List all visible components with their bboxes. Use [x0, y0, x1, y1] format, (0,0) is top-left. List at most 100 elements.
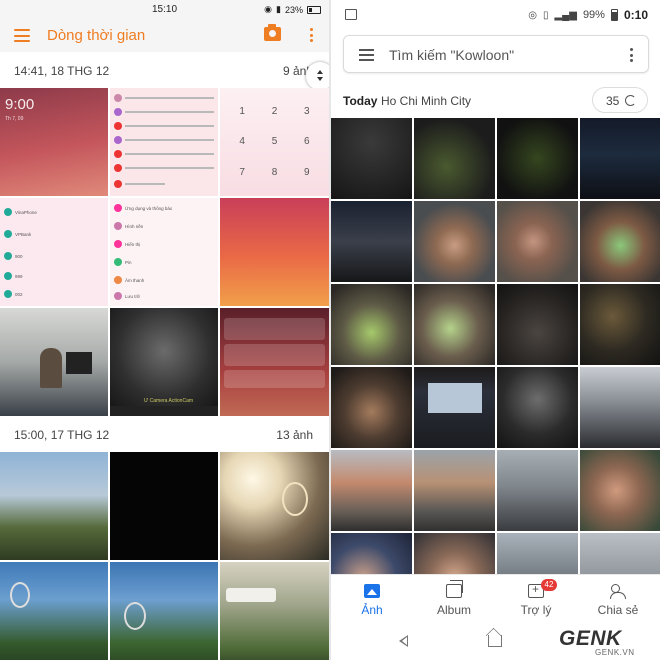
photo-icon — [364, 584, 380, 598]
section-date: 14:41, 18 THG 12 — [14, 64, 110, 78]
photo-thumbnail[interactable] — [110, 88, 218, 196]
watermark-domain: GENK.VN — [595, 648, 635, 657]
photo-count: 35 — [606, 94, 620, 108]
wifi-icon: ◉ — [264, 4, 273, 14]
keypad-digit: 6 — [304, 136, 310, 148]
photo-thumbnail[interactable] — [414, 118, 495, 199]
photo-thumbnail[interactable] — [220, 452, 329, 560]
photo-thumbnail[interactable] — [497, 284, 578, 365]
photo-thumbnail[interactable] — [331, 201, 412, 282]
photo-thumbnail[interactable] — [497, 118, 578, 199]
screen: 15:10 ◉ ▮ 23% Dòng thời gian 14:41, 18 T… — [0, 0, 660, 660]
menu-icon[interactable] — [359, 49, 374, 64]
app-bar: Dòng thời gian — [0, 20, 329, 52]
photo-thumbnail[interactable] — [580, 284, 660, 365]
hotspot-icon: ◎ — [528, 9, 537, 21]
lockscreen-date: Th 7, 09 — [5, 116, 24, 122]
photo-thumbnail[interactable] — [414, 367, 495, 448]
photo-thumbnail[interactable] — [331, 284, 412, 365]
keypad-digit: 7 — [239, 167, 245, 179]
photo-thumbnail[interactable] — [580, 450, 660, 531]
more-vertical-icon[interactable] — [630, 48, 634, 65]
day-label: Today — [343, 94, 378, 108]
photo-grid — [331, 118, 660, 614]
tab-assistant[interactable]: 42 Trợ lý — [495, 575, 577, 625]
right-phone-screen: ◎ ▯ ▂▄▆ 99% 0:10 Tìm kiếm "Kowloon" Toda… — [331, 0, 660, 660]
camera-icon[interactable] — [264, 24, 281, 41]
photo-thumbnail[interactable] — [580, 118, 660, 199]
photo-thumbnail[interactable] — [580, 201, 660, 282]
photo-thumbnail[interactable]: Ứng dụng và thông báo Hình nền Hiển thị … — [110, 198, 218, 306]
search-bar[interactable]: Tìm kiếm "Kowloon" — [343, 35, 649, 73]
page-title: Dòng thời gian — [47, 27, 146, 44]
scroll-handle-icon[interactable] — [306, 62, 329, 90]
photo-thumbnail[interactable] — [497, 450, 578, 531]
photo-thumbnail[interactable]: 1 2 3 4 5 6 7 8 9 — [220, 88, 329, 196]
tab-album[interactable]: Album — [413, 575, 495, 625]
system-navigation-bar: GENK GENK.VN — [331, 624, 660, 660]
keypad-digit: 5 — [271, 136, 278, 148]
keypad-digit: 4 — [239, 136, 245, 148]
status-bar: 15:10 ◉ ▮ 23% — [0, 0, 329, 20]
keypad-digit: 2 — [271, 105, 278, 117]
photo-thumbnail[interactable] — [580, 367, 660, 448]
bottom-navigation: Ảnh Album 42 Trợ lý Chia sẻ — [331, 574, 660, 624]
photo-thumbnail[interactable] — [0, 308, 108, 416]
photo-thumbnail[interactable] — [331, 118, 412, 199]
tab-label: Album — [436, 603, 471, 617]
keypad-digit: 9 — [304, 167, 310, 179]
more-vertical-icon[interactable] — [310, 28, 314, 45]
keypad-digit: 1 — [239, 105, 245, 117]
photo-thumbnail[interactable] — [414, 284, 495, 365]
section-count: 13 ảnh — [276, 428, 313, 442]
tab-label: Ảnh — [361, 603, 383, 617]
section-header: 14:41, 18 THG 12 9 ảnh — [0, 64, 329, 80]
tab-sharing[interactable]: Chia sẻ — [577, 575, 659, 625]
photo-thumbnail[interactable] — [331, 450, 412, 531]
section-date: 15:00, 17 THG 12 — [14, 428, 110, 442]
battery-percent: 23% — [284, 4, 303, 15]
hamburger-icon[interactable] — [14, 29, 30, 42]
signal-icon: ▂▄▆ — [554, 9, 577, 21]
status-bar: ◎ ▯ ▂▄▆ 99% 0:10 — [331, 0, 660, 30]
battery-percent: 99% — [582, 9, 605, 21]
status-time: 0:10 — [623, 8, 648, 22]
battery-icon — [610, 9, 618, 21]
photo-thumbnail[interactable] — [220, 198, 329, 306]
photo-thumbnail[interactable] — [497, 367, 578, 448]
photo-thumbnail[interactable] — [497, 201, 578, 282]
photo-caption: Ứ Camera ActionCam — [144, 398, 194, 404]
photo-thumbnail[interactable] — [0, 562, 108, 660]
search-input[interactable]: Tìm kiếm "Kowloon" — [389, 47, 514, 63]
battery-icon — [307, 5, 321, 14]
photo-thumbnail[interactable] — [220, 308, 329, 416]
sync-icon — [625, 95, 636, 106]
keypad-digit: 8 — [271, 167, 278, 179]
photo-grid: 9:00 Th 7, 09 1 2 3 4 5 6 7 8 9 VinaPhon… — [0, 88, 329, 416]
left-phone-screen: 15:10 ◉ ▮ 23% Dòng thời gian 14:41, 18 T… — [0, 0, 329, 660]
photo-thumbnail[interactable] — [110, 452, 218, 560]
photo-thumbnail[interactable] — [414, 201, 495, 282]
tab-photos[interactable]: Ảnh — [331, 575, 413, 625]
count-chip[interactable]: 35 — [592, 87, 648, 113]
keypad-digit: 3 — [304, 105, 310, 117]
tab-label: Chia sẻ — [597, 603, 639, 617]
back-icon[interactable] — [399, 635, 408, 647]
photo-thumbnail[interactable]: 9:00 Th 7, 09 — [0, 88, 108, 196]
photo-thumbnail[interactable]: Ứ Camera ActionCam — [110, 308, 218, 416]
photo-thumbnail[interactable] — [220, 562, 329, 660]
signal-icon: ▮ — [276, 4, 281, 14]
tab-label: Trợ lý — [520, 603, 552, 617]
section-header: 15:00, 17 THG 12 13 ảnh — [0, 428, 329, 444]
image-icon — [345, 9, 357, 20]
photo-thumbnail[interactable] — [0, 452, 108, 560]
photo-thumbnail[interactable]: VinaPhone VPBank 900 999 002 — [0, 198, 108, 306]
location-label: Ho Chi Minh City — [381, 94, 472, 108]
home-icon[interactable] — [488, 635, 502, 647]
album-icon — [446, 580, 463, 598]
share-icon — [610, 584, 626, 599]
photo-thumbnail[interactable] — [414, 450, 495, 531]
photo-thumbnail[interactable] — [110, 562, 218, 660]
photo-thumbnail[interactable] — [331, 367, 412, 448]
lockscreen-clock: 9:00 — [5, 96, 35, 113]
